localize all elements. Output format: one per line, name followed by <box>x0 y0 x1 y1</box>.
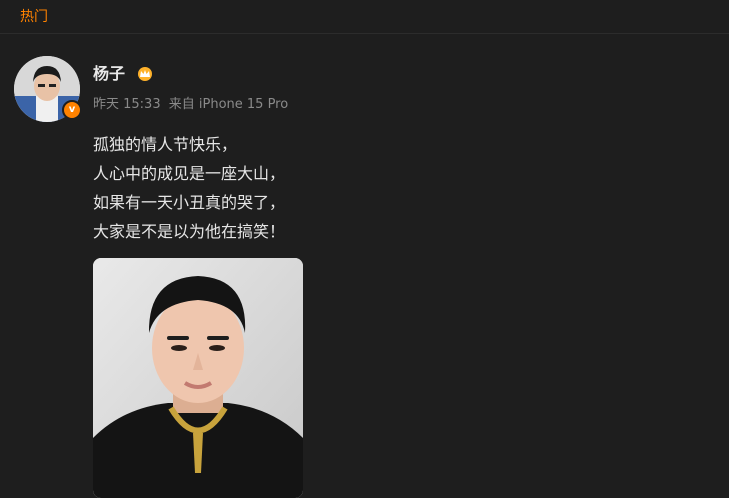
tab-bar: 热门 <box>0 0 729 34</box>
post-text: 孤独的情人节快乐， 人心中的成见是一座大山， 如果有一天小丑真的哭了， 大家是不… <box>93 130 285 246</box>
avatar[interactable]: v <box>14 56 82 122</box>
post-image[interactable] <box>93 258 303 498</box>
verified-v-icon: v <box>62 100 82 120</box>
post-meta: 昨天 15:33 来自 iPhone 15 Pro <box>93 97 292 113</box>
tab-hot[interactable]: 热门 <box>20 8 48 26</box>
post-photo <box>93 258 303 498</box>
post-time: 昨天 15:33 <box>93 97 161 112</box>
post-line: 人心中的成见是一座大山， <box>93 164 286 183</box>
author-name[interactable]: 杨子 <box>93 64 125 84</box>
post-line: 孤独的情人节快乐， <box>93 135 238 154</box>
post-source: 来自 iPhone 15 Pro <box>168 97 289 112</box>
post-line: 如果有一天小丑真的哭了， <box>93 193 286 212</box>
crown-icon <box>138 67 152 81</box>
post-line: 大家是不是以为他在搞笑！ <box>93 222 286 241</box>
